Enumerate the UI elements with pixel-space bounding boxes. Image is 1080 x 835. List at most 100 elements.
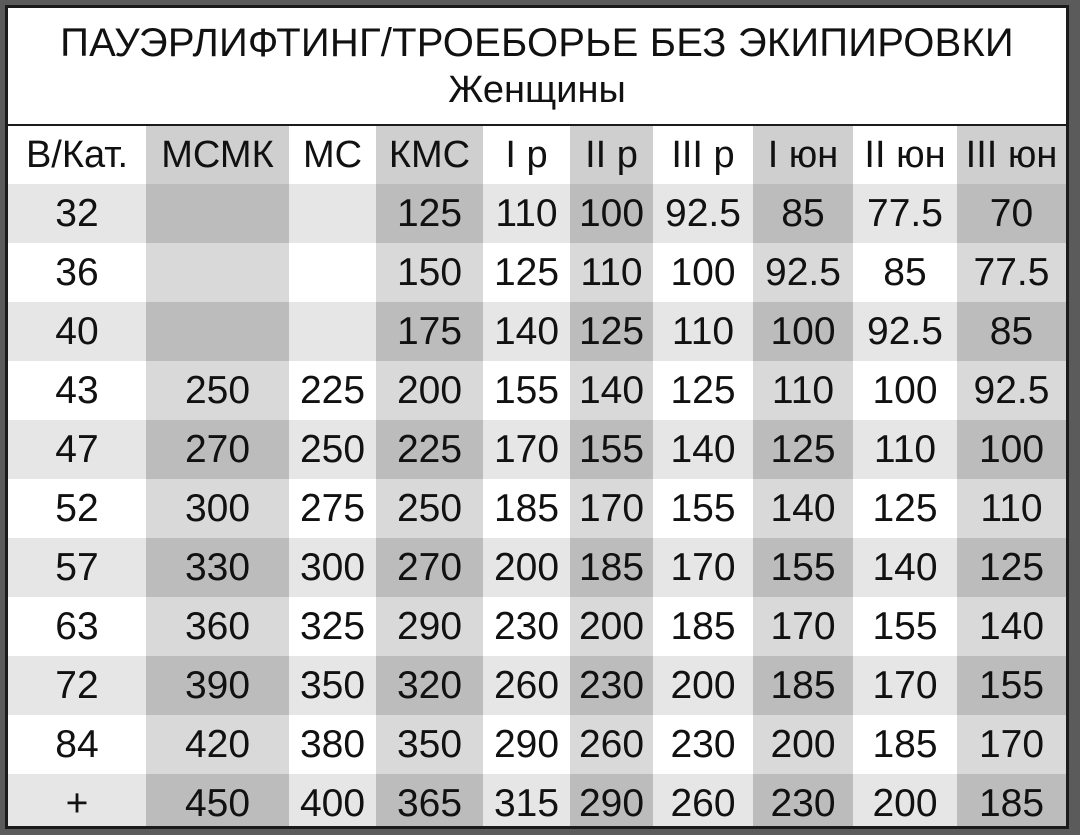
table-header-row: В/Кат. МСМК МС КМС I р II р III рI юн II юн III … <box>8 126 1066 184</box>
standard-cell-yun1: 85 <box>753 184 853 243</box>
table-row: 32 125 110 100 92.5 85 77.5 70 <box>8 184 1066 243</box>
standard-cell-msmk <box>146 243 289 302</box>
weight-class-cell: 52 <box>8 479 146 538</box>
standard-cell-ms <box>289 243 376 302</box>
table-row: +450 400 365 315 290 260 230 200 185 <box>8 774 1066 826</box>
standard-cell-yun2: 185 <box>853 715 957 774</box>
standard-cell-r2: 200 <box>570 597 653 656</box>
standard-cell-msmk: 330 <box>146 538 289 597</box>
weight-class-cell: 57 <box>8 538 146 597</box>
standard-cell-r1: 110 <box>483 184 570 243</box>
standard-cell-msmk: 360 <box>146 597 289 656</box>
standard-cell-yun2: 125 <box>853 479 957 538</box>
col-header-yun3: III юн <box>957 126 1066 184</box>
standard-cell-r1: 170 <box>483 420 570 479</box>
standard-cell-ms: 300 <box>289 538 376 597</box>
weight-class-cell: 72 <box>8 656 146 715</box>
standard-cell-yun3: 185 <box>957 774 1066 826</box>
standard-cell-r3: 100 <box>653 243 753 302</box>
standard-cell-yun1: 100 <box>753 302 853 361</box>
standard-cell-r2: 110 <box>570 243 653 302</box>
standard-cell-yun2: 140 <box>853 538 957 597</box>
standard-cell-yun1: 92.5 <box>753 243 853 302</box>
weight-class-cell: 84 <box>8 715 146 774</box>
col-header-r2: II р <box>570 126 653 184</box>
standard-cell-ms: 350 <box>289 656 376 715</box>
table-row: 47 270 250 225 170 155 140 125 110 100 <box>8 420 1066 479</box>
standard-cell-ms: 325 <box>289 597 376 656</box>
table-row: 52 300 275 250 185 170 155 140 125 110 <box>8 479 1066 538</box>
weight-class-cell: + <box>8 774 146 826</box>
table-row: 72 390 350 320 260 230 200 185 170 155 <box>8 656 1066 715</box>
standard-cell-r3: 200 <box>653 656 753 715</box>
table-title-block: ПАУЭРЛИФТИНГ/ТРОЕБОРЬЕ БЕЗ ЭКИПИРОВКИ Же… <box>8 8 1066 126</box>
table-row: 57 330 300 270 200 185 170 155 140 125 <box>8 538 1066 597</box>
standard-cell-yun2: 77.5 <box>853 184 957 243</box>
table-row: 84 420 380 350 290 260 230 200 185 170 <box>8 715 1066 774</box>
standard-cell-yun3: 155 <box>957 656 1066 715</box>
standard-cell-kms: 225 <box>376 420 483 479</box>
weight-class-cell: 32 <box>8 184 146 243</box>
standard-cell-r2: 290 <box>570 774 653 826</box>
standard-cell-r1: 260 <box>483 656 570 715</box>
standards-table: В/Кат. МСМК МС КМС I р II р III рI юн II юн III … <box>8 126 1066 826</box>
standard-cell-yun2: 85 <box>853 243 957 302</box>
standard-cell-r2: 100 <box>570 184 653 243</box>
standard-cell-r3: 260 <box>653 774 753 826</box>
weight-class-cell: 63 <box>8 597 146 656</box>
standard-cell-yun1: 155 <box>753 538 853 597</box>
standard-cell-yun1: 230 <box>753 774 853 826</box>
weight-class-cell: 40 <box>8 302 146 361</box>
standard-cell-r2: 230 <box>570 656 653 715</box>
col-header-ms: МС <box>289 126 376 184</box>
standard-cell-kms: 175 <box>376 302 483 361</box>
standard-cell-kms: 365 <box>376 774 483 826</box>
standard-cell-kms: 250 <box>376 479 483 538</box>
standard-cell-msmk: 250 <box>146 361 289 420</box>
standard-cell-ms: 275 <box>289 479 376 538</box>
standard-cell-ms: 225 <box>289 361 376 420</box>
standard-cell-msmk <box>146 184 289 243</box>
standard-cell-yun3: 85 <box>957 302 1066 361</box>
standard-cell-r3: 125 <box>653 361 753 420</box>
table-row: 63 360 325 290 230 200 185 170 155 140 <box>8 597 1066 656</box>
standard-cell-yun1: 170 <box>753 597 853 656</box>
standard-cell-r2: 155 <box>570 420 653 479</box>
table-title: ПАУЭРЛИФТИНГ/ТРОЕБОРЬЕ БЕЗ ЭКИПИРОВКИ <box>60 21 1014 65</box>
standard-cell-msmk: 300 <box>146 479 289 538</box>
standard-cell-r1: 140 <box>483 302 570 361</box>
standard-cell-yun3: 77.5 <box>957 243 1066 302</box>
standard-cell-yun2: 170 <box>853 656 957 715</box>
standard-cell-yun2: 110 <box>853 420 957 479</box>
weight-class-cell: 36 <box>8 243 146 302</box>
standard-cell-ms: 400 <box>289 774 376 826</box>
standard-cell-yun2: 155 <box>853 597 957 656</box>
standard-cell-yun1: 125 <box>753 420 853 479</box>
standard-cell-kms: 320 <box>376 656 483 715</box>
standard-cell-r1: 290 <box>483 715 570 774</box>
standard-cell-r3: 110 <box>653 302 753 361</box>
col-header-weight: В/Кат. <box>8 126 146 184</box>
standard-cell-yun3: 110 <box>957 479 1066 538</box>
standard-cell-yun3: 170 <box>957 715 1066 774</box>
standard-cell-kms: 270 <box>376 538 483 597</box>
standard-cell-ms: 250 <box>289 420 376 479</box>
standard-cell-yun1: 140 <box>753 479 853 538</box>
standard-cell-kms: 150 <box>376 243 483 302</box>
standard-cell-r3: 185 <box>653 597 753 656</box>
table-row: 36 150 125 110 100 92.5 85 77.5 <box>8 243 1066 302</box>
standard-cell-r1: 185 <box>483 479 570 538</box>
standard-cell-r3: 170 <box>653 538 753 597</box>
weight-class-cell: 43 <box>8 361 146 420</box>
col-header-yun2: II юн <box>853 126 957 184</box>
col-header-r3: III р <box>653 126 753 184</box>
standard-cell-ms: 380 <box>289 715 376 774</box>
col-header-yun1: I юн <box>753 126 853 184</box>
table-row: 43 250 225 200 155 140 125 110 100 92.5 <box>8 361 1066 420</box>
standard-cell-yun3: 70 <box>957 184 1066 243</box>
standards-table-frame: ПАУЭРЛИФТИНГ/ТРОЕБОРЬЕ БЕЗ ЭКИПИРОВКИ Же… <box>5 5 1069 829</box>
standard-cell-r1: 125 <box>483 243 570 302</box>
standard-cell-msmk: 270 <box>146 420 289 479</box>
standard-cell-yun3: 125 <box>957 538 1066 597</box>
col-header-kms: КМС <box>376 126 483 184</box>
